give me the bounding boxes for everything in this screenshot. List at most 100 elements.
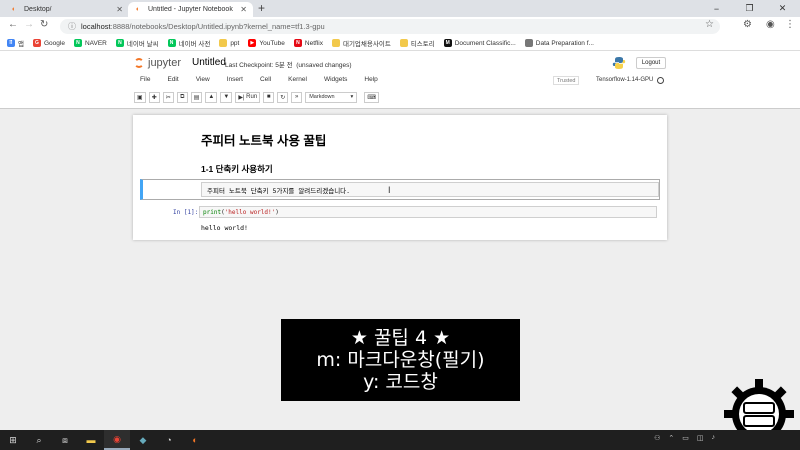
folder-icon	[219, 39, 228, 47]
bookmark-apps[interactable]: ⠿ 앱	[7, 38, 24, 48]
chevron-down-icon: ▾	[350, 94, 354, 100]
menu-help[interactable]: Help	[364, 76, 377, 87]
more-menu-icon[interactable]: ⋮	[785, 19, 795, 30]
profile-avatar-icon[interactable]: ◉	[766, 19, 775, 30]
scissors-icon: ✂	[165, 94, 171, 101]
cut-button[interactable]: ✂	[162, 91, 174, 103]
new-tab-button[interactable]: +	[258, 1, 265, 15]
bookmark-youtube[interactable]: ▶ YouTube	[248, 39, 285, 47]
trusted-badge[interactable]: Trusted	[553, 76, 580, 85]
naver-icon: N	[115, 39, 124, 47]
jupyter-favicon-icon: ◐	[135, 6, 141, 13]
maximize-button[interactable]: ❐	[733, 0, 766, 17]
bookmark-tistory[interactable]: 티스토리	[399, 38, 435, 48]
notebook-heading[interactable]: 주피터 노트북 사용 꿀팁	[201, 130, 326, 149]
naver-icon: N	[73, 39, 82, 47]
info-icon[interactable]: ⓘ	[68, 21, 76, 32]
folder-icon: ▬	[86, 435, 96, 445]
menu-bar: File Edit View Insert Cell Kernel Widget…	[133, 76, 668, 87]
code-function: print	[203, 208, 222, 216]
bookmark-jobs[interactable]: 대기업채용사이트	[331, 38, 391, 48]
url-input[interactable]: ⓘ localhost:8888/notebooks/Desktop/Untit…	[60, 19, 720, 34]
youtube-icon: ▶	[248, 39, 257, 47]
bookmark-doc-classific[interactable]: M Document Classific...	[443, 39, 516, 47]
checkpoint-text: Last Checkpoint: 5분 전	[225, 62, 293, 69]
taskbar-app[interactable]: ◔	[156, 430, 182, 450]
back-icon[interactable]: ←	[8, 19, 18, 30]
bookmark-ppt[interactable]: ppt	[219, 39, 239, 47]
taskbar-file-explorer[interactable]: ▬	[78, 430, 104, 450]
menu-insert[interactable]: Insert	[227, 76, 243, 87]
menu-file[interactable]: File	[140, 76, 150, 87]
start-button[interactable]: ⊞	[0, 430, 26, 450]
restart-run-all-button[interactable]: »	[291, 91, 303, 103]
caption-line-3: y: 코드창	[363, 371, 438, 393]
notebook-toolbar: ▣ ✚ ✂ ⧉ ▤ ▲ ▼ ▶| Run ■ ↻ » Markdown ▾ ⌨	[134, 91, 379, 103]
reload-icon[interactable]: ↻	[40, 19, 48, 30]
cell-type-value: Markdown	[309, 94, 335, 100]
code-cell-input[interactable]: print('hello world!')	[199, 206, 657, 218]
minimize-button[interactable]: −	[700, 0, 733, 17]
url-host: localhost	[81, 22, 111, 31]
code-paren-close: )	[275, 208, 279, 216]
netflix-icon: N	[293, 39, 302, 47]
selected-markdown-cell[interactable]: 주피터 노트북 단축키 5가지를 알려드리겠습니다.	[140, 179, 660, 200]
tab-desktop[interactable]: ◐ Desktop/ ✕	[4, 2, 129, 17]
bookmark-label: Netflix	[304, 39, 323, 47]
bookmark-label: 네이버 날씨	[126, 41, 159, 48]
bookmark-label: 네이버 사전	[178, 41, 211, 48]
menu-view[interactable]: View	[196, 76, 210, 87]
close-tab-icon[interactable]: ✕	[240, 5, 247, 14]
unsaved-text: (unsaved changes)	[296, 62, 352, 69]
caption-line-2: m: 마크다운창(필기)	[316, 349, 485, 371]
code-string: 'hello world!'	[224, 208, 276, 216]
move-down-button[interactable]: ▼	[220, 91, 233, 103]
taskbar-jupyter[interactable]: ◐	[182, 430, 208, 450]
command-palette-button[interactable]: ⌨	[364, 91, 379, 103]
search-button[interactable]: ⌕	[26, 430, 52, 450]
logout-button[interactable]: Logout	[636, 57, 666, 69]
menu-cell[interactable]: Cell	[260, 76, 271, 87]
input-prompt: In [1]:	[173, 209, 199, 216]
save-button[interactable]: ▣	[134, 91, 146, 103]
menu-edit[interactable]: Edit	[167, 76, 178, 87]
arrow-up-icon: ▲	[208, 94, 215, 100]
extension-icon[interactable]: ⚙	[743, 19, 752, 30]
notebook-subheading[interactable]: 1-1 단축키 사용하기	[201, 163, 273, 175]
taskbar-app[interactable]: ◆	[130, 430, 156, 450]
tab-untitled-notebook[interactable]: ◐ Untitled - Jupyter Notebook ✕	[128, 2, 253, 17]
save-icon: ▣	[137, 94, 143, 101]
copy-button[interactable]: ⧉	[176, 91, 188, 103]
bookmark-data-prep[interactable]: Data Preparation f...	[524, 39, 594, 47]
menu-kernel[interactable]: Kernel	[288, 76, 307, 87]
taskbar-chrome[interactable]: ◉	[104, 430, 130, 450]
chevron-up-icon[interactable]: ⌃	[668, 434, 674, 442]
volume-icon[interactable]: ♪	[712, 434, 716, 442]
bookmark-naver-weather[interactable]: N 네이버 날씨	[115, 38, 159, 48]
task-view-button[interactable]: ⧈	[52, 430, 78, 450]
cell-type-select[interactable]: Markdown ▾	[305, 91, 358, 103]
bookmark-google[interactable]: G Google	[32, 39, 65, 47]
bookmark-naver-dict[interactable]: N 네이버 사전	[167, 38, 211, 48]
interrupt-button[interactable]: ■	[263, 91, 275, 103]
move-up-button[interactable]: ▲	[205, 91, 218, 103]
people-icon[interactable]: ⚇	[654, 434, 660, 442]
close-window-button[interactable]: ✕	[766, 0, 799, 17]
star-bookmark-icon[interactable]: ☆	[705, 19, 714, 30]
insert-cell-button[interactable]: ✚	[148, 91, 160, 103]
battery-icon[interactable]: ▭	[682, 434, 689, 442]
arrow-down-icon: ▼	[223, 94, 230, 100]
network-icon[interactable]: ◫	[697, 434, 704, 442]
restart-button[interactable]: ↻	[277, 91, 289, 103]
menu-widgets[interactable]: Widgets	[324, 76, 347, 87]
notebook-name[interactable]: Untitled	[192, 57, 226, 68]
bookmark-naver[interactable]: N NAVER	[73, 39, 107, 47]
keyboard-icon: ⌨	[367, 94, 376, 101]
jupyter-logo[interactable]: jupyter	[134, 57, 181, 69]
paste-button[interactable]: ▤	[190, 91, 203, 103]
bookmark-netflix[interactable]: N Netflix	[293, 39, 323, 47]
run-button[interactable]: ▶| Run	[235, 91, 261, 103]
markdown-cell-input[interactable]: 주피터 노트북 단축키 5가지를 알려드리겠습니다.	[201, 182, 659, 197]
forward-icon[interactable]: →	[24, 19, 34, 30]
close-tab-icon[interactable]: ✕	[116, 5, 123, 14]
